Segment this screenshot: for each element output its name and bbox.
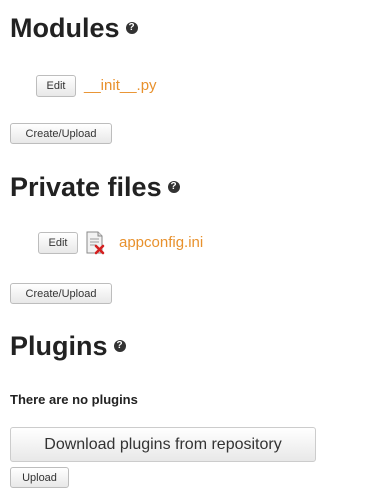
create-upload-button[interactable]: Create/Upload — [10, 123, 112, 144]
plugins-heading: Plugins? — [10, 333, 126, 360]
no-plugins-text: There are no plugins — [10, 392, 138, 407]
plugins-title: Plugins — [10, 331, 108, 361]
private-files-heading: Private files? — [10, 174, 180, 201]
file-link[interactable]: appconfig.ini — [119, 234, 203, 251]
help-icon[interactable]: ? — [167, 180, 180, 193]
modules-title: Modules — [10, 13, 120, 43]
download-plugins-button[interactable]: Download plugins from repository — [10, 427, 316, 462]
modules-heading: Modules? — [10, 15, 138, 42]
help-icon[interactable]: ? — [125, 21, 138, 34]
edit-button[interactable]: Edit — [36, 75, 76, 97]
edit-button[interactable]: Edit — [38, 232, 78, 254]
create-upload-button[interactable]: Create/Upload — [10, 283, 112, 304]
upload-button[interactable]: Upload — [10, 467, 69, 488]
help-icon[interactable]: ? — [113, 339, 126, 352]
private-files-title: Private files — [10, 172, 162, 202]
file-link[interactable]: __init__.py — [84, 77, 157, 94]
file-delete-icon — [86, 231, 105, 255]
